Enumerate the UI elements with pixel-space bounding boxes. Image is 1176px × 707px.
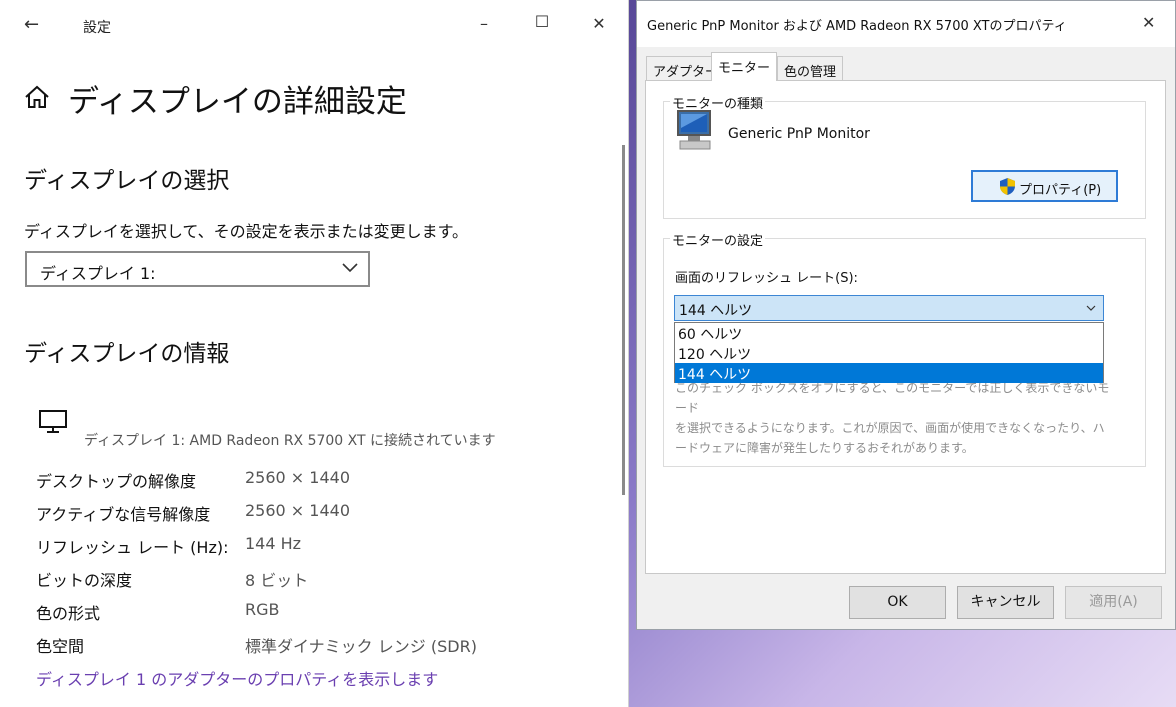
monitor-device-icon [677, 110, 711, 150]
refresh-rate-dropdown-list: 60 ヘルツ 120 ヘルツ 144 ヘルツ [674, 322, 1104, 383]
chevron-down-icon [342, 263, 358, 273]
apply-button[interactable]: 適用(A) [1065, 586, 1162, 619]
select-description: ディスプレイを選択して、その設定を表示または変更します。 [24, 222, 469, 241]
info-value: RGB [245, 600, 280, 619]
refresh-option-144[interactable]: 144 ヘルツ [675, 363, 1103, 383]
minimize-icon[interactable]: – [474, 14, 494, 33]
monitor-settings-group-label: モニターの設定 [670, 230, 766, 249]
tab-color-management[interactable]: 色の管理 [777, 56, 844, 80]
close-icon[interactable]: ✕ [589, 14, 609, 33]
info-value: 2560 × 1440 [245, 501, 351, 520]
info-label: アクティブな信号解像度 [36, 505, 211, 524]
back-arrow-icon[interactable]: ← [24, 14, 39, 35]
close-icon[interactable]: ✕ [1142, 13, 1155, 32]
monitor-icon [39, 410, 67, 433]
info-label: 色の形式 [36, 604, 101, 623]
refresh-rate-combobox[interactable]: 144 ヘルツ [674, 295, 1104, 321]
settings-titlebar: ← 設定 – ☐ ✕ [0, 0, 628, 52]
info-label: デスクトップの解像度 [36, 472, 197, 491]
tab-monitor[interactable]: モニター [711, 52, 778, 81]
refresh-option-120[interactable]: 120 ヘルツ [675, 343, 1103, 363]
dialog-title: Generic PnP Monitor および AMD Radeon RX 57… [647, 19, 1067, 34]
maximize-icon[interactable]: ☐ [532, 12, 552, 31]
display-select-dropdown[interactable]: ディスプレイ 1: [25, 251, 370, 287]
monitor-name: Generic PnP Monitor [728, 126, 870, 142]
cancel-button[interactable]: キャンセル [957, 586, 1054, 619]
adapter-properties-link[interactable]: ディスプレイ 1 のアダプターのプロパティを表示します [36, 666, 438, 690]
info-label: 色空間 [36, 637, 85, 656]
uac-shield-icon [1000, 178, 1015, 195]
warning-line: このチェック ボックスをオフにすると、このモニターでは正しく表示できないモード [675, 381, 1110, 415]
ok-button[interactable]: OK [849, 586, 946, 619]
warning-line: を選択できるようになります。これが原因で、画面が使用できなくなったり、ハ [675, 421, 1105, 435]
page-title: ディスプレイの詳細設定 [68, 84, 407, 120]
section-heading-info: ディスプレイの情報 [24, 341, 230, 367]
chevron-down-icon [1086, 305, 1096, 311]
dialog-titlebar: Generic PnP Monitor および AMD Radeon RX 57… [637, 1, 1175, 47]
info-label: リフレッシュ レート (Hz): [36, 538, 229, 557]
refresh-rate-warning-text: このチェック ボックスをオフにすると、このモニターでは正しく表示できないモード … [675, 378, 1115, 458]
refresh-rate-label: 画面のリフレッシュ レート(S): [675, 271, 858, 286]
info-value: 144 Hz [245, 534, 302, 553]
monitor-properties-button-label: プロパティ(P) [1019, 183, 1102, 198]
settings-window-title: 設定 [83, 20, 111, 36]
info-value: 標準ダイナミック レンジ (SDR) [245, 637, 477, 656]
refresh-option-60[interactable]: 60 ヘルツ [675, 323, 1103, 343]
info-label: ビットの深度 [36, 571, 133, 590]
warning-line: ードウェアに障害が発生したりするおそれがあります。 [675, 441, 974, 455]
info-value: 2560 × 1440 [245, 468, 351, 487]
scrollbar[interactable] [622, 145, 625, 495]
settings-window: ← 設定 – ☐ ✕ ディスプレイの詳細設定 ディスプレイの選択 ディスプレイを… [0, 0, 629, 707]
monitor-properties-button[interactable]: プロパティ(P) [971, 170, 1118, 202]
connected-adapter-text: ディスプレイ 1: AMD Radeon RX 5700 XT に接続されていま… [84, 433, 496, 449]
refresh-rate-value: 144 ヘルツ [679, 303, 753, 319]
home-icon[interactable] [24, 84, 50, 110]
display-select-value: ディスプレイ 1: [40, 264, 156, 283]
info-value: 8 ビット [245, 571, 309, 590]
section-heading-select: ディスプレイの選択 [24, 168, 230, 194]
